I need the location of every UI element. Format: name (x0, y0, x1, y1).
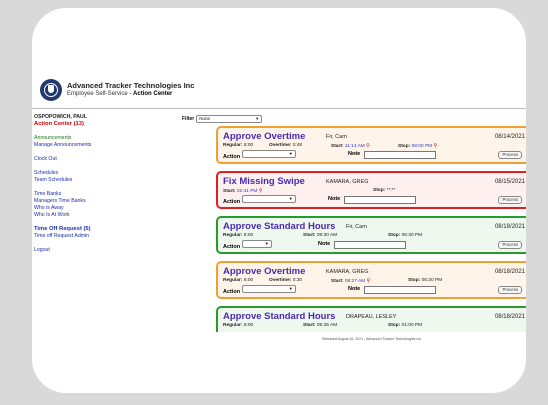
chevron-down-icon: ▼ (288, 286, 293, 291)
action-select[interactable]: ▼ (241, 150, 296, 158)
action-card: Approve Standard Hours Fir, Cam 08/18/20… (216, 216, 526, 254)
action-label: Action (223, 244, 241, 250)
footer-text: Released August 26, 2021 - Advanced Trac… (322, 337, 423, 341)
sidebar-item-managers-time-banks[interactable]: Managers Time Banks (34, 198, 154, 204)
sidebar-item-who-is-away[interactable]: Who is Away (34, 205, 154, 211)
card-title: Approve Overtime (223, 131, 306, 142)
action-label: Action (223, 199, 241, 205)
location-pin-icon[interactable]: ⚲ (259, 188, 263, 194)
note-label: Note (328, 196, 341, 202)
note-input[interactable] (334, 241, 406, 249)
card-date: 08/18/2021 (494, 224, 525, 230)
card-details: Regular: 8:00 Overtime: 0:30 Start: 08:2… (223, 278, 443, 284)
card-date: 08/18/2021 (494, 269, 525, 275)
action-card: Fix Missing Swipe KAMARA, GREG 08/15/202… (216, 171, 526, 209)
note-input[interactable] (364, 286, 436, 294)
sidebar-item-team-schedules[interactable]: Team Schedules (34, 177, 154, 183)
card-actions: Action ▼ Note Process (223, 150, 526, 160)
card-title: Approve Standard Hours (223, 221, 336, 232)
action-card-list: Approve Overtime Fir, Cam 08/14/2021 Reg… (216, 126, 526, 339)
action-card: Approve Overtime Fir, Cam 08/14/2021 Reg… (216, 126, 526, 164)
process-button[interactable]: Process (498, 151, 522, 159)
sidebar-item-announcements[interactable]: Announcements (34, 135, 154, 141)
sidebar-item-time-off-request-admin[interactable]: Time off Request Admin (34, 233, 154, 239)
action-select[interactable]: ▼ (241, 240, 272, 248)
sidebar-item-manage-announcements[interactable]: Manage Announcements (34, 142, 154, 148)
location-pin-icon[interactable]: ⚲ (434, 143, 438, 149)
sidebar-item-clock-out[interactable]: Clock Out (34, 156, 154, 162)
process-button[interactable]: Process (498, 241, 522, 249)
chevron-down-icon: ▼ (255, 116, 260, 121)
card-actions: Action ▼ Note Process (223, 240, 526, 250)
filter-select[interactable]: None ▼ (196, 115, 263, 123)
action-label: Action (223, 289, 241, 295)
company-logo-icon (40, 79, 62, 101)
action-card: Approve Overtime KAMARA, GREG 08/18/2021… (216, 261, 526, 299)
sidebar-item-schedules[interactable]: Schedules (34, 170, 154, 176)
header-divider (32, 108, 526, 109)
process-button[interactable]: Process (498, 286, 522, 294)
card-date: 08/15/2021 (494, 179, 525, 185)
page-subtitle: Employee Self-Service - Action Center (67, 91, 173, 97)
employee-name: KAMARA, GREG (326, 269, 369, 275)
sidebar-item-who-is-at-work[interactable]: Who Is At Work (34, 212, 154, 218)
employee-name: Fir, Cam (346, 224, 367, 230)
note-label: Note (348, 151, 361, 157)
chevron-down-icon: ▼ (288, 196, 293, 201)
card-details: Start: 02:41 PM ⚲ Stop: **:** (223, 188, 396, 194)
card-date: 08/18/2021 (494, 314, 525, 320)
user-name: OSPOPOWICH, PAUL (34, 114, 87, 120)
chevron-down-icon: ▼ (288, 151, 293, 156)
location-pin-icon[interactable]: ⚲ (367, 278, 371, 284)
app-frame: Advanced Tracker Technologies Inc Employ… (32, 8, 526, 393)
note-input[interactable] (364, 151, 436, 159)
sidebar: OSPOPOWICH, PAUL Action Center (13) Anno… (34, 114, 154, 253)
action-select[interactable]: ▼ (241, 285, 296, 293)
filter-label: Filter (182, 116, 195, 122)
action-label: Action (223, 154, 241, 160)
sidebar-item-logout[interactable]: Logout (34, 247, 154, 253)
sidebar-item-action-center[interactable]: Action Center (13) (34, 121, 154, 127)
employee-name: DRAPEAU, LESLEY (346, 314, 397, 320)
process-button[interactable]: Process (498, 196, 522, 204)
employee-name: Fir, Cam (326, 134, 347, 140)
card-title: Approve Overtime (223, 266, 306, 277)
note-input[interactable] (344, 196, 416, 204)
company-name: Advanced Tracker Technologies Inc (67, 81, 195, 90)
filter-select-value: None (199, 116, 210, 121)
note-label: Note (348, 286, 361, 292)
card-details: Regular: 8:00 Start: 05:45 AM Stop: 01:0… (223, 323, 423, 328)
card-details: Regular: 8:00 Overtime: 0:48 Start: 11:1… (223, 143, 438, 149)
action-select[interactable]: ▼ (241, 195, 296, 203)
card-title: Fix Missing Swipe (223, 176, 305, 187)
card-date: 08/14/2021 (494, 134, 525, 140)
sidebar-item-time-banks[interactable]: Time Banks (34, 191, 154, 197)
action-card: Approve Standard Hours DRAPEAU, LESLEY 0… (216, 306, 526, 332)
filter-bar: Filter None ▼ (182, 115, 263, 123)
card-actions: Action ▼ Note Process (223, 195, 526, 205)
location-pin-icon[interactable]: ⚲ (366, 143, 370, 149)
chevron-down-icon: ▼ (264, 241, 269, 246)
page-header: Advanced Tracker Technologies Inc Employ… (40, 73, 194, 107)
sidebar-item-time-off-request[interactable]: Time Off Request (5) (34, 226, 154, 232)
card-details: Regular: 8:00 Start: 09:30 AM Stop: 05:3… (223, 233, 423, 238)
employee-name: KAMARA, GREG (326, 179, 369, 185)
note-label: Note (318, 241, 331, 247)
card-actions: Action ▼ Note Process (223, 285, 526, 295)
